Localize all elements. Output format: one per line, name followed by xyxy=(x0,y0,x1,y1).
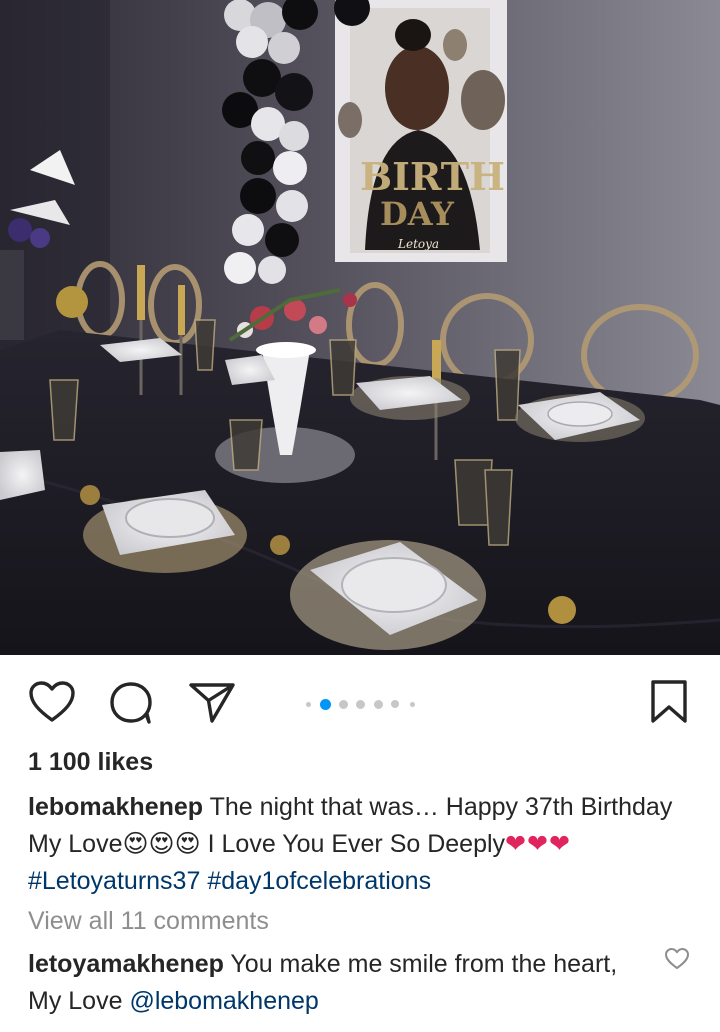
svg-text:BIRTH: BIRTH xyxy=(360,154,505,199)
comment: letoyamakhenep You make me smile from th… xyxy=(28,946,648,1020)
svg-text:DAY: DAY xyxy=(380,195,455,233)
birthday-poster: BIRTH DAY Letoya xyxy=(335,0,507,262)
carousel-dot xyxy=(339,700,348,709)
view-all-comments-link[interactable]: View all 11 comments xyxy=(28,907,700,936)
hashtag-day1ofcelebrations[interactable]: #day1ofcelebrations xyxy=(207,867,431,895)
comment-mention[interactable]: @lebomakhenep xyxy=(129,987,318,1015)
svg-text:Letoya: Letoya xyxy=(397,237,439,251)
carousel-dot xyxy=(356,700,365,709)
smiling-face-emoji: 😍😍😍 xyxy=(122,830,201,858)
carousel-dot-active xyxy=(320,699,331,710)
post-photo[interactable]: BIRTH DAY Letoya xyxy=(0,0,720,655)
comment-username[interactable]: letoyamakhenep xyxy=(28,950,224,978)
caption-text-2: I Love You Ever So Deeply xyxy=(200,830,506,858)
carousel-dot xyxy=(306,702,311,707)
hashtag-letoyaturns37[interactable]: #Letoyaturns37 xyxy=(28,867,200,895)
heart-emoji: ❤❤❤ xyxy=(505,830,571,858)
post-image: BIRTH DAY Letoya xyxy=(0,0,720,655)
small-heart-icon[interactable] xyxy=(664,947,690,971)
caption-username[interactable]: lebomakhenep xyxy=(28,793,203,821)
caption: lebomakhenep The night that was… Happy 3… xyxy=(28,789,700,900)
carousel-dot xyxy=(410,702,415,707)
likes-count[interactable]: 1 100 likes xyxy=(28,748,700,777)
carousel-dot xyxy=(374,700,383,709)
carousel-indicator xyxy=(0,699,720,710)
carousel-dot xyxy=(391,700,399,708)
